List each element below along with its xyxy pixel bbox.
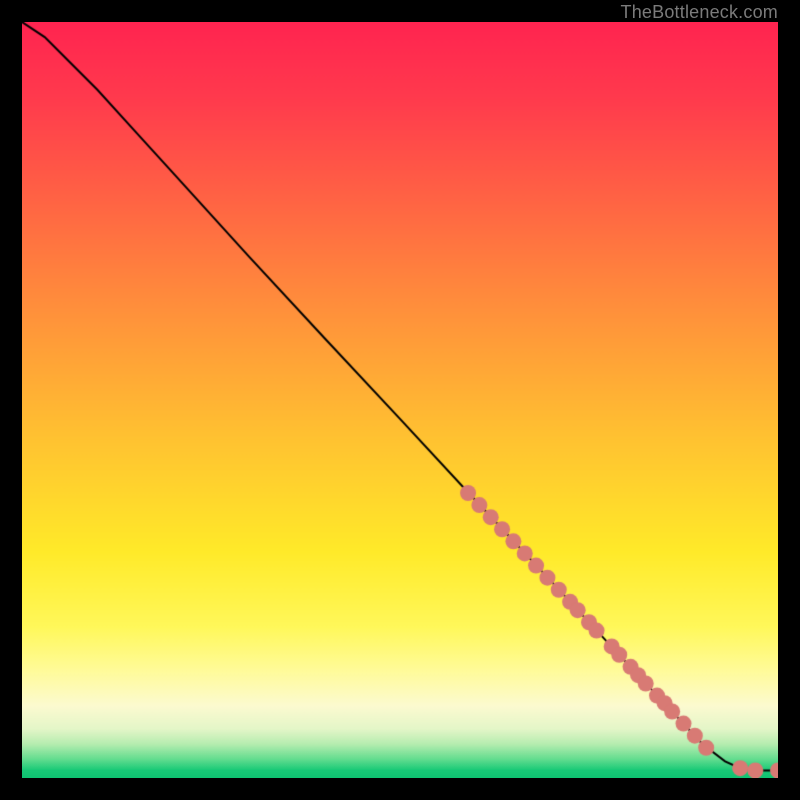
chart-stage: TheBottleneck.com — [0, 0, 800, 800]
attribution-text: TheBottleneck.com — [621, 2, 778, 22]
attribution-label: TheBottleneck.com — [621, 2, 778, 23]
chart-plot-area — [22, 22, 778, 778]
chart-canvas — [22, 22, 778, 778]
